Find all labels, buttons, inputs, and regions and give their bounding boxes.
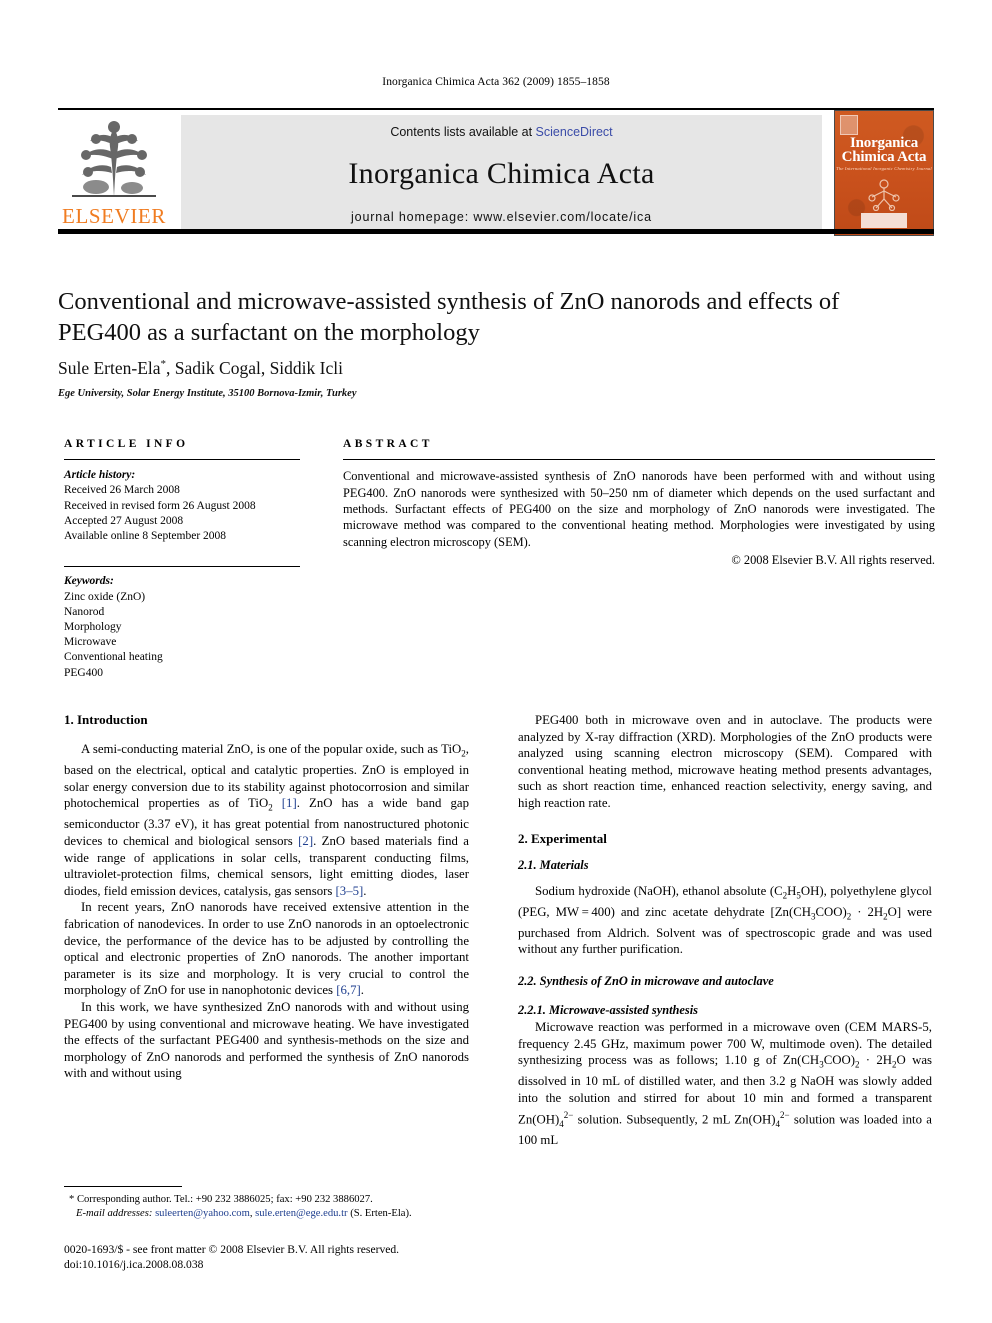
section-heading-experimental: 2. Experimental [518, 830, 607, 846]
sciencedirect-band: Contents lists available at ScienceDirec… [181, 115, 822, 233]
footnote-block: * Corresponding author. Tel.: +90 232 38… [64, 1193, 484, 1221]
email-attribution: (S. Erten-Ela). [347, 1208, 412, 1219]
subscript-2: 2 [782, 890, 788, 901]
history-accepted: Accepted 27 August 2008 [64, 514, 184, 527]
citation-link[interactable]: [3–5] [336, 884, 364, 898]
email-label: E-mail addresses: [76, 1208, 153, 1219]
abstract-column: ABSTRACT Conventional and microwave-assi… [343, 438, 935, 569]
intro-text-e: . [363, 883, 367, 898]
micro-text-d: solution. Subsequently, 2 mL Zn(OH) [573, 1111, 776, 1126]
corresponding-author-note: * Corresponding author. Tel.: +90 232 38… [69, 1194, 373, 1205]
subscript-2: 2 [846, 911, 852, 922]
masthead-top-rule [58, 108, 934, 110]
keywords-rule [64, 566, 300, 568]
paragraph-intro-2: In recent years, ZnO nanorods have recei… [64, 899, 469, 999]
citation-link[interactable]: [2] [298, 834, 313, 848]
abstract-rule [343, 459, 935, 461]
sciencedirect-link[interactable]: ScienceDirect [536, 125, 613, 139]
journal-title: Inorganica Chimica Acta [348, 157, 655, 190]
paragraph-materials: Sodium hydroxide (NaOH), ethanol absolut… [518, 883, 932, 957]
subscript-2: 2 [854, 1059, 860, 1070]
journal-homepage-link[interactable]: journal homepage: www.elsevier.com/locat… [181, 210, 822, 224]
cover-elsevier-mark-icon [840, 115, 858, 135]
doi-line[interactable]: doi:10.1016/j.ica.2008.08.038 [64, 1258, 524, 1273]
elsevier-logo: ELSEVIER [58, 115, 170, 233]
elsevier-wordmark: ELSEVIER [62, 204, 166, 228]
footnote-rule [64, 1186, 182, 1187]
cover-footer-block [861, 213, 907, 228]
body-column-right: PEG400 both in microwave oven and in aut… [518, 712, 932, 1149]
section-heading-introduction: 1. Introduction [64, 712, 148, 727]
subsection-heading-materials: 2.1. Materials [518, 857, 589, 872]
author-others: , Sadik Cogal, Siddik Icli [166, 358, 343, 378]
history-revised: Received in revised form 26 August 2008 [64, 499, 256, 512]
intro-text-a: A semi-conducting material ZnO, is one o… [81, 742, 462, 756]
intro2-text-b: . [360, 983, 364, 998]
cover-subtitle: The International Inorganic Chemistry Jo… [836, 166, 932, 171]
superscript-charge: 2− [780, 1109, 790, 1120]
paragraph-intro-1: A semi-conducting material ZnO, is one o… [64, 741, 469, 899]
page-title: Conventional and microwave-assisted synt… [58, 288, 840, 346]
paragraph-intro-continued: PEG400 both in microwave oven and in aut… [518, 713, 932, 810]
cover-artwork-icon [861, 177, 907, 212]
running-head: Inorganica Chimica Acta 362 (2009) 1855–… [382, 76, 610, 88]
citation-link[interactable]: [6,7] [336, 983, 361, 997]
article-history-label: Article history: [64, 469, 136, 482]
citation-link[interactable]: [1] [282, 796, 297, 810]
keyword-item: Microwave [64, 636, 117, 649]
abstract-body: Conventional and microwave-assisted synt… [343, 469, 935, 549]
email-link-2[interactable]: sule.erten@ege.edu.tr [255, 1208, 347, 1219]
contents-list-line: Contents lists available at ScienceDirec… [181, 125, 822, 139]
micro-text-b: COO) [823, 1053, 855, 1068]
subscript-2: 2 [268, 802, 273, 813]
issn-line: 0020-1693/$ - see front matter © 2008 El… [64, 1243, 400, 1256]
keyword-item: Conventional heating [64, 651, 163, 664]
abstract-heading: ABSTRACT [343, 438, 433, 450]
email-line: E-mail addresses: suleerten@yahoo.com, s… [64, 1207, 484, 1221]
subsection-heading-synthesis: 2.2. Synthesis of ZnO in microwave and a… [518, 974, 774, 989]
keyword-item: Zinc oxide (ZnO) [64, 590, 146, 603]
micro-text-a: Microwave reaction was performed in a mi… [518, 1020, 932, 1068]
paragraph-intro-3: In this work, we have synthesized ZnO na… [64, 1000, 469, 1081]
materials-text-c: COO) [815, 904, 847, 919]
cover-title-line2: Chimica Acta [841, 149, 927, 165]
article-info-rule [64, 459, 300, 461]
keywords-label: Keywords: [64, 575, 114, 588]
subsubsection-heading-microwave: 2.2.1. Microwave-assisted synthesis [518, 1003, 699, 1018]
article-info-column: ARTICLE INFO Article history: Received 2… [64, 438, 300, 681]
keyword-item: Morphology [64, 621, 122, 633]
masthead-bottom-rule [58, 229, 934, 234]
email-link-1[interactable]: suleerten@yahoo.com [155, 1208, 250, 1219]
paper-page: Inorganica Chimica Acta 362 (2009) 1855–… [0, 0, 992, 1323]
elsevier-tree-icon [66, 115, 162, 203]
journal-cover-thumbnail: Inorganica Chimica Acta The Internationa… [834, 110, 934, 236]
body-column-left: 1. Introduction A semi-conducting materi… [64, 712, 469, 1082]
author-corresponding: Sule Erten-Ela [58, 358, 161, 378]
history-received: Received 26 March 2008 [64, 484, 180, 497]
journal-masthead: ELSEVIER Contents lists available at Sci… [58, 108, 934, 236]
intro2-text-a: In recent years, ZnO nanorods have recei… [64, 900, 469, 998]
materials-text-a: Sodium hydroxide (NaOH), ethanol absolut… [535, 883, 783, 898]
superscript-charge: 2− [563, 1109, 574, 1120]
article-info-heading: ARTICLE INFO [64, 438, 189, 450]
keyword-item: Nanorod [64, 605, 105, 618]
contents-prefix: Contents lists available at [390, 125, 536, 139]
history-online: Available online 8 September 2008 [64, 530, 227, 542]
affiliation: Ege University, Solar Energy Institute, … [58, 388, 357, 399]
keyword-item: PEG400 [64, 666, 103, 679]
abstract-copyright: © 2008 Elsevier B.V. All rights reserved… [731, 553, 935, 568]
paragraph-microwave: Microwave reaction was performed in a mi… [518, 1020, 932, 1147]
issn-block: 0020-1693/$ - see front matter © 2008 El… [64, 1243, 524, 1272]
author-list: Sule Erten-Ela*, Sadik Cogal, Siddik Icl… [58, 358, 918, 379]
keywords-block: Keywords: Zinc oxide (ZnO) Nanorod Morph… [64, 566, 300, 681]
